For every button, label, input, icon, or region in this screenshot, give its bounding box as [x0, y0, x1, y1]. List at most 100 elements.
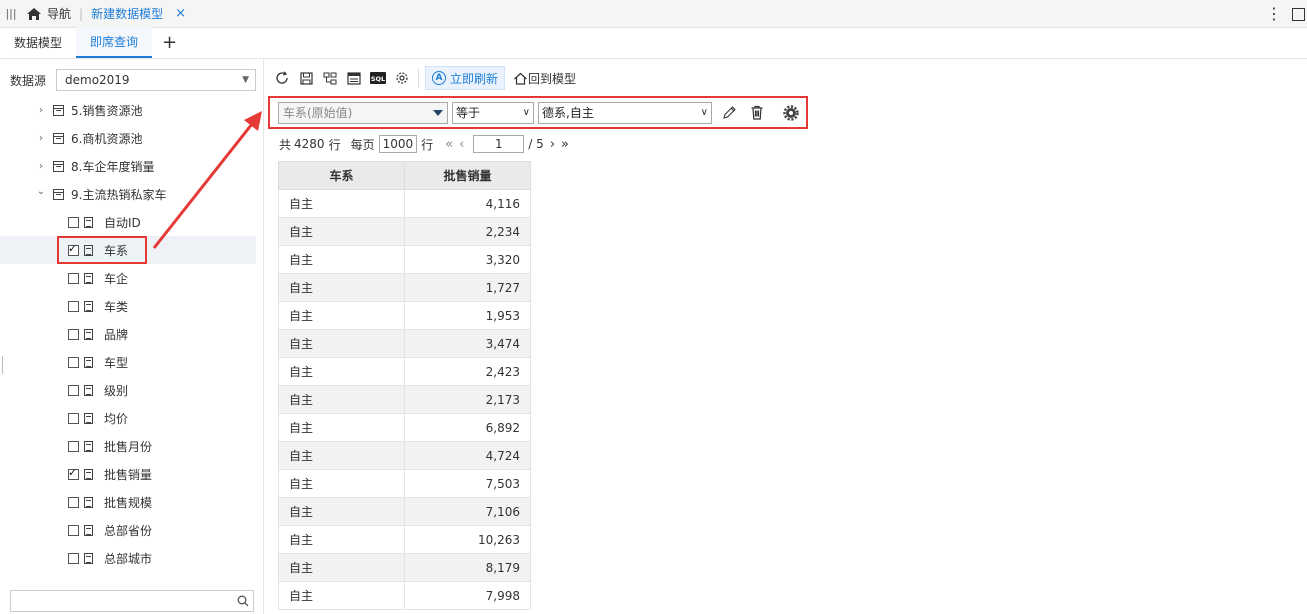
- cell-sales[interactable]: 7,503: [404, 469, 531, 498]
- menu-icon[interactable]: |||: [2, 7, 20, 20]
- chevron-right-icon[interactable]: ›: [36, 133, 46, 144]
- next-page-icon[interactable]: ›: [550, 137, 555, 152]
- cell-series[interactable]: 自主: [278, 553, 405, 582]
- cell-sales[interactable]: 6,892: [404, 413, 531, 442]
- hierarchy-icon[interactable]: [318, 66, 342, 90]
- tree-table-node[interactable]: › 8.车企年度销量: [0, 152, 256, 180]
- field-checkbox[interactable]: [68, 328, 79, 340]
- filter-field-select[interactable]: 车系(原始值): [278, 101, 448, 124]
- cell-sales[interactable]: 2,234: [404, 217, 531, 246]
- filter-value-select[interactable]: 德系,自主 ∨: [538, 101, 712, 124]
- cell-sales[interactable]: 10,263: [404, 525, 531, 554]
- edit-icon[interactable]: [718, 102, 740, 124]
- field-checkbox[interactable]: [68, 496, 79, 508]
- cell-sales[interactable]: 7,106: [404, 497, 531, 526]
- cell-series[interactable]: 自主: [278, 441, 405, 470]
- chevron-right-icon[interactable]: ›: [36, 161, 46, 172]
- save-icon[interactable]: [294, 66, 318, 90]
- chevron-right-icon[interactable]: ›: [36, 105, 46, 116]
- tree-field-node[interactable]: 总部省份: [0, 516, 256, 544]
- field-checkbox[interactable]: [68, 440, 79, 452]
- tree-field-node[interactable]: 批售月份: [0, 432, 256, 460]
- page-input[interactable]: 1: [473, 135, 525, 153]
- tree-node-label: 总部省份: [104, 523, 153, 538]
- settings-icon[interactable]: [390, 66, 414, 90]
- more-icon[interactable]: ⋮: [1266, 6, 1282, 22]
- per-page-input[interactable]: 1000: [378, 135, 418, 153]
- cell-sales[interactable]: 3,474: [404, 329, 531, 358]
- field-checkbox[interactable]: [68, 466, 79, 480]
- tab-data-model[interactable]: 数据模型: [0, 27, 76, 58]
- cell-series[interactable]: 自主: [278, 217, 405, 246]
- cell-series[interactable]: 自主: [278, 581, 405, 610]
- cell-sales[interactable]: 2,173: [404, 385, 531, 414]
- close-icon[interactable]: ×: [175, 6, 186, 21]
- cell-series[interactable]: 自主: [278, 413, 405, 442]
- cell-series[interactable]: 自主: [278, 329, 405, 358]
- field-checkbox[interactable]: [68, 272, 79, 284]
- field-checkbox[interactable]: [68, 412, 79, 424]
- cell-sales[interactable]: 8,179: [404, 553, 531, 582]
- datasource-select[interactable]: demo2019 ▼: [56, 69, 256, 91]
- tree-field-node[interactable]: 级别: [0, 376, 256, 404]
- table-view-icon[interactable]: [342, 66, 366, 90]
- cell-sales[interactable]: 1,727: [404, 273, 531, 302]
- tree-field-node[interactable]: 批售规模: [0, 488, 256, 516]
- tree-field-node[interactable]: 车类: [0, 292, 256, 320]
- nav-home[interactable]: 导航: [26, 5, 71, 22]
- tree-search-input[interactable]: [10, 590, 254, 612]
- tree-field-node[interactable]: 自动ID: [0, 208, 256, 236]
- cell-sales[interactable]: 4,724: [404, 441, 531, 470]
- column-header-sales[interactable]: 批售销量: [404, 161, 531, 190]
- cell-series[interactable]: 自主: [278, 385, 405, 414]
- tree-table-node[interactable]: ⌄ 9.主流热销私家车: [0, 180, 256, 208]
- reload-icon[interactable]: [270, 66, 294, 90]
- cell-series[interactable]: 自主: [278, 469, 405, 498]
- field-checkbox[interactable]: [68, 300, 79, 312]
- last-page-icon[interactable]: »: [561, 137, 569, 152]
- cell-series[interactable]: 自主: [278, 273, 405, 302]
- tree-field-node[interactable]: 批售销量: [0, 460, 256, 488]
- trash-icon[interactable]: [746, 102, 768, 124]
- refresh-now-button[interactable]: A 立即刷新: [425, 66, 506, 90]
- tab-new-data-model[interactable]: 新建数据模型: [91, 5, 163, 22]
- filter-operator-value: 等于: [456, 106, 481, 120]
- table-row: 自主 4,724: [278, 441, 531, 470]
- filter-operator-select[interactable]: 等于 ∨: [452, 101, 534, 124]
- cell-sales[interactable]: 2,423: [404, 357, 531, 386]
- first-page-icon[interactable]: «: [445, 137, 453, 152]
- field-checkbox[interactable]: [68, 524, 79, 536]
- field-checkbox[interactable]: [68, 384, 79, 396]
- tree-field-node[interactable]: 车型: [0, 348, 256, 376]
- search-icon[interactable]: [237, 595, 249, 607]
- scrollbar[interactable]: [2, 356, 3, 374]
- back-to-model-button[interactable]: 回到模型: [513, 70, 576, 87]
- add-tab-icon[interactable]: +: [152, 27, 187, 58]
- tree-field-node[interactable]: 均价: [0, 404, 256, 432]
- cell-series[interactable]: 自主: [278, 357, 405, 386]
- tree-field-node[interactable]: 车企: [0, 264, 256, 292]
- prev-page-icon[interactable]: ‹: [459, 137, 464, 152]
- field-checkbox[interactable]: [68, 216, 79, 228]
- cell-sales[interactable]: 1,953: [404, 301, 531, 330]
- tree-field-node[interactable]: 总部城市: [0, 544, 256, 572]
- cell-series[interactable]: 自主: [278, 497, 405, 526]
- tree-field-node[interactable]: 品牌: [0, 320, 256, 348]
- chevron-down-icon[interactable]: ⌄: [36, 186, 46, 197]
- cell-sales[interactable]: 3,320: [404, 245, 531, 274]
- field-checkbox[interactable]: [68, 356, 79, 368]
- cell-sales[interactable]: 4,116: [404, 189, 531, 218]
- cell-series[interactable]: 自主: [278, 525, 405, 554]
- tab-ad-hoc-query[interactable]: 即席查询: [76, 27, 153, 58]
- cell-series[interactable]: 自主: [278, 245, 405, 274]
- field-checkbox[interactable]: [68, 552, 79, 564]
- cell-series[interactable]: 自主: [278, 189, 405, 218]
- window-maximize-icon[interactable]: [1292, 7, 1305, 21]
- tree-table-node[interactable]: › 6.商机资源池: [0, 124, 256, 152]
- cell-series[interactable]: 自主: [278, 301, 405, 330]
- tree-table-node[interactable]: › 5.销售资源池: [0, 96, 256, 124]
- cell-sales[interactable]: 7,998: [404, 581, 531, 610]
- column-header-series[interactable]: 车系: [278, 161, 405, 190]
- sql-icon[interactable]: SQL: [366, 66, 390, 90]
- gear-icon[interactable]: [780, 102, 802, 124]
